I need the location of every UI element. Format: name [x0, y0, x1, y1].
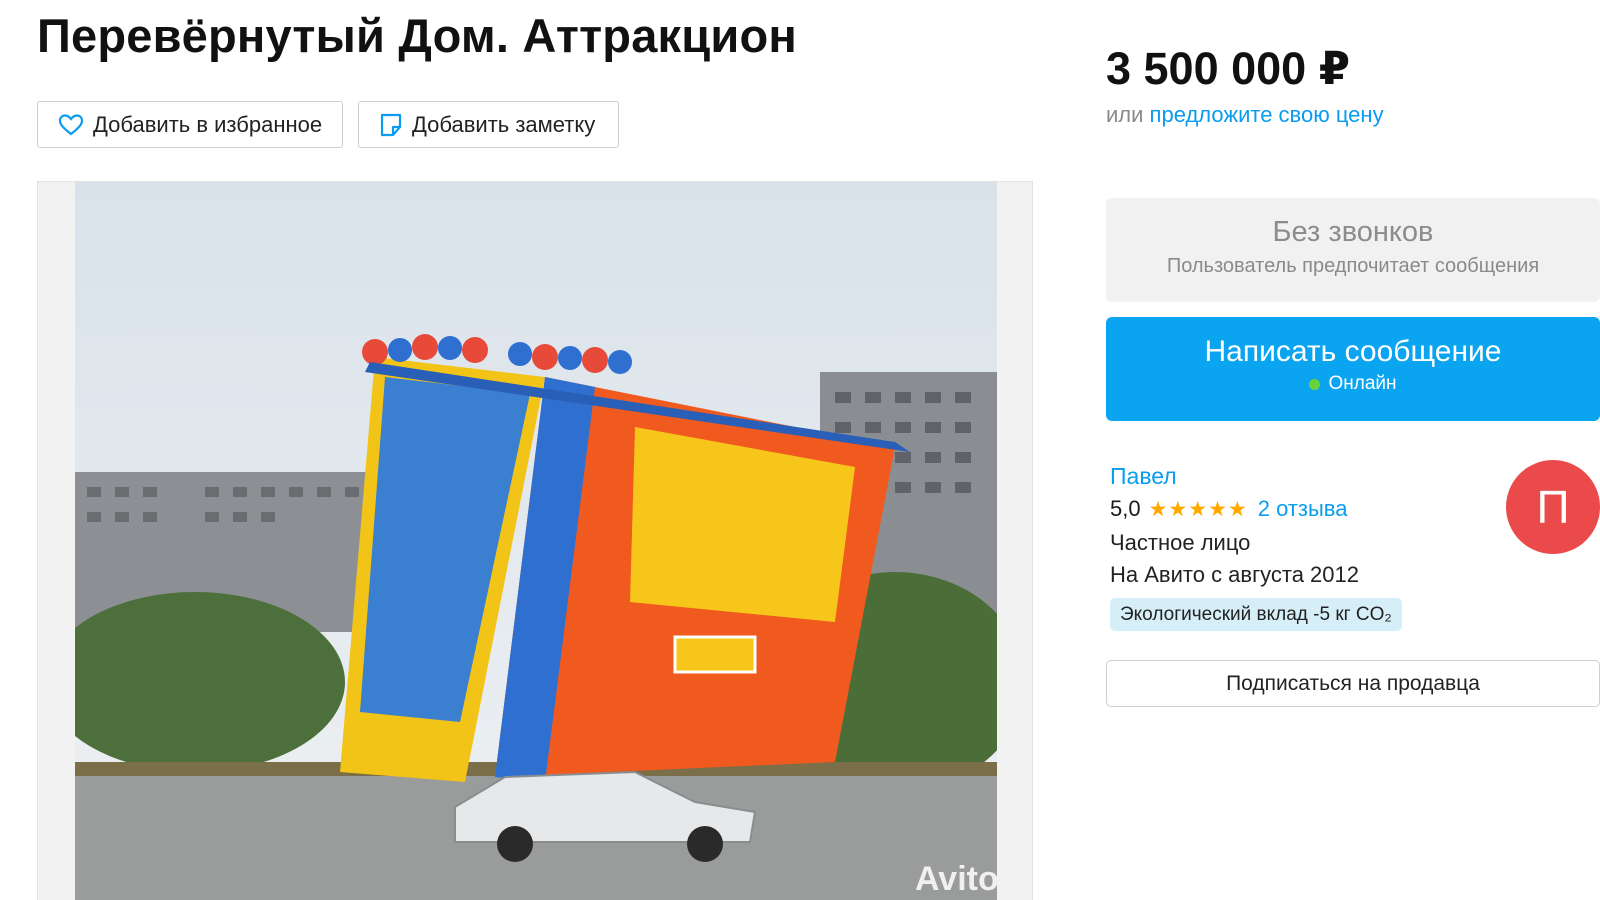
listing-photo[interactable]: Avito: [37, 181, 1033, 900]
seller-type: Частное лицо: [1110, 530, 1251, 555]
seller-avatar[interactable]: П: [1506, 460, 1600, 554]
price: 3 500 000 ₽: [1106, 43, 1351, 94]
offer-price-row: или предложите свою цену: [1106, 102, 1384, 128]
no-calls-notice: Без звонков Пользователь предпочитает со…: [1106, 198, 1600, 302]
listing-title: Перевёрнутый Дом. Аттракцион: [37, 9, 797, 62]
no-calls-subtitle: Пользователь предпочитает сообщения: [1166, 255, 1540, 277]
offer-price-link[interactable]: предложите свою цену: [1150, 102, 1384, 127]
avito-watermark: Avito: [915, 860, 997, 898]
add-to-favorites-button[interactable]: Добавить в избранное: [37, 101, 343, 148]
write-message-label: Написать сообщение: [1204, 335, 1502, 368]
no-calls-title: Без звонков: [1272, 216, 1434, 248]
seller-since: На Авито с августа 2012: [1110, 562, 1359, 587]
eco-contribution-badge: Экологический вклад -5 кг CO₂: [1110, 598, 1402, 631]
online-dot-icon: [1309, 378, 1321, 390]
heart-icon: [58, 113, 84, 135]
upside-down-house-photo: Avito: [75, 182, 997, 900]
add-note-button[interactable]: Добавить заметку: [358, 101, 619, 148]
add-to-favorites-label: Добавить в избранное: [93, 111, 323, 137]
seller-name-link[interactable]: Павел: [1110, 463, 1177, 490]
online-status-label: Онлайн: [1328, 373, 1397, 394]
subscribe-seller-button[interactable]: Подписаться на продавца: [1106, 660, 1600, 707]
offer-prefix: или: [1106, 102, 1144, 127]
rating-stars-icon: ★★★★★: [1148, 497, 1248, 521]
note-icon: [380, 113, 402, 136]
add-note-label: Добавить заметку: [412, 111, 596, 137]
seller-rating: 5,0 ★★★★★ 2 отзыва: [1110, 496, 1348, 522]
reviews-link[interactable]: 2 отзыва: [1258, 496, 1348, 522]
write-message-button[interactable]: Написать сообщение Онлайн: [1106, 317, 1600, 421]
rating-value: 5,0: [1110, 496, 1141, 521]
online-status: Онлайн: [1106, 373, 1600, 395]
